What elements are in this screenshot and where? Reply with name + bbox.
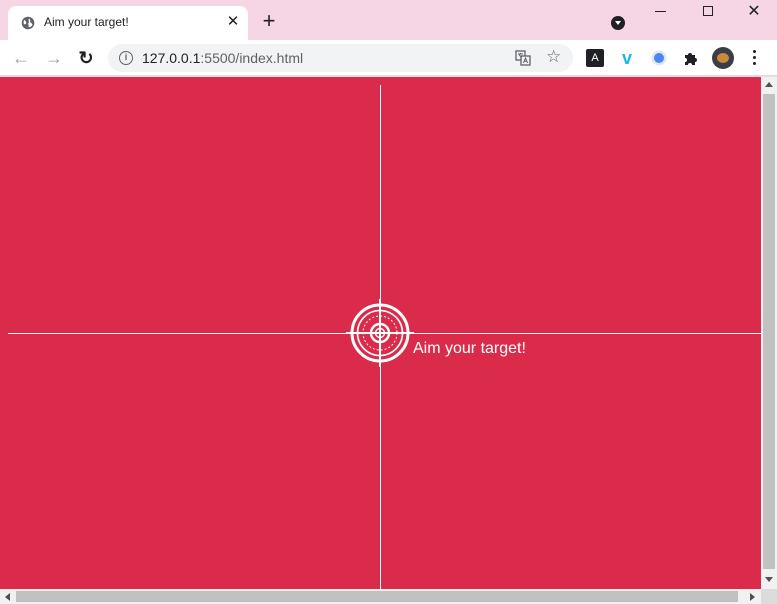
tab-search-icon[interactable] xyxy=(611,16,625,30)
vertical-scroll-thumb[interactable] xyxy=(763,94,775,569)
maximize-button[interactable] xyxy=(685,0,731,28)
browser-menu-icon[interactable] xyxy=(748,49,762,67)
horizontal-scrollbar[interactable] xyxy=(0,589,761,604)
page-content[interactable]: Aim your target! xyxy=(0,77,761,589)
close-window-button[interactable]: ✕ xyxy=(731,0,777,28)
url-path: :5500/index.html xyxy=(200,50,304,66)
scroll-down-icon[interactable] xyxy=(765,577,773,582)
browser-tab[interactable]: Aim your target! ✕ xyxy=(8,6,248,40)
bookmark-star-icon[interactable]: ☆ xyxy=(546,47,561,67)
circle-extension-icon[interactable] xyxy=(650,49,668,67)
scroll-up-icon[interactable] xyxy=(765,82,773,87)
site-info-icon[interactable]: i xyxy=(119,51,133,65)
scrollbar-corner xyxy=(761,589,777,604)
profile-avatar[interactable] xyxy=(712,47,734,69)
url-host: 127.0.0.1 xyxy=(142,50,201,66)
horizontal-scroll-thumb[interactable] xyxy=(16,591,738,602)
address-bar[interactable]: i 127.0.0.1:5500/index.html ☆ xyxy=(108,44,573,72)
browser-titlebar: Aim your target! ✕ + ✕ xyxy=(0,0,777,40)
url-text[interactable]: 127.0.0.1:5500/index.html xyxy=(142,50,303,66)
minimize-button[interactable] xyxy=(638,0,684,28)
scroll-right-icon[interactable] xyxy=(750,593,755,601)
scroll-left-icon[interactable] xyxy=(5,593,10,601)
forward-button[interactable]: → xyxy=(43,47,65,69)
globe-icon xyxy=(21,16,35,30)
aim-caption: Aim your target! xyxy=(413,340,526,357)
vertical-scrollbar[interactable] xyxy=(761,77,777,589)
translate-icon[interactable] xyxy=(515,50,531,66)
vimeo-icon[interactable]: v xyxy=(618,49,636,67)
new-tab-button[interactable]: + xyxy=(259,10,279,32)
tab-close-icon[interactable]: ✕ xyxy=(224,13,242,31)
target-crosshair-icon xyxy=(346,299,414,367)
a-extension-icon[interactable]: A xyxy=(586,49,604,67)
back-button[interactable]: ← xyxy=(10,47,32,69)
tab-title: Aim your target! xyxy=(44,15,129,29)
puzzle-icon[interactable] xyxy=(682,49,700,67)
reload-button[interactable]: ↻ xyxy=(75,47,97,69)
browser-toolbar: ← → ↻ i 127.0.0.1:5500/index.html ☆ A v xyxy=(0,40,777,76)
